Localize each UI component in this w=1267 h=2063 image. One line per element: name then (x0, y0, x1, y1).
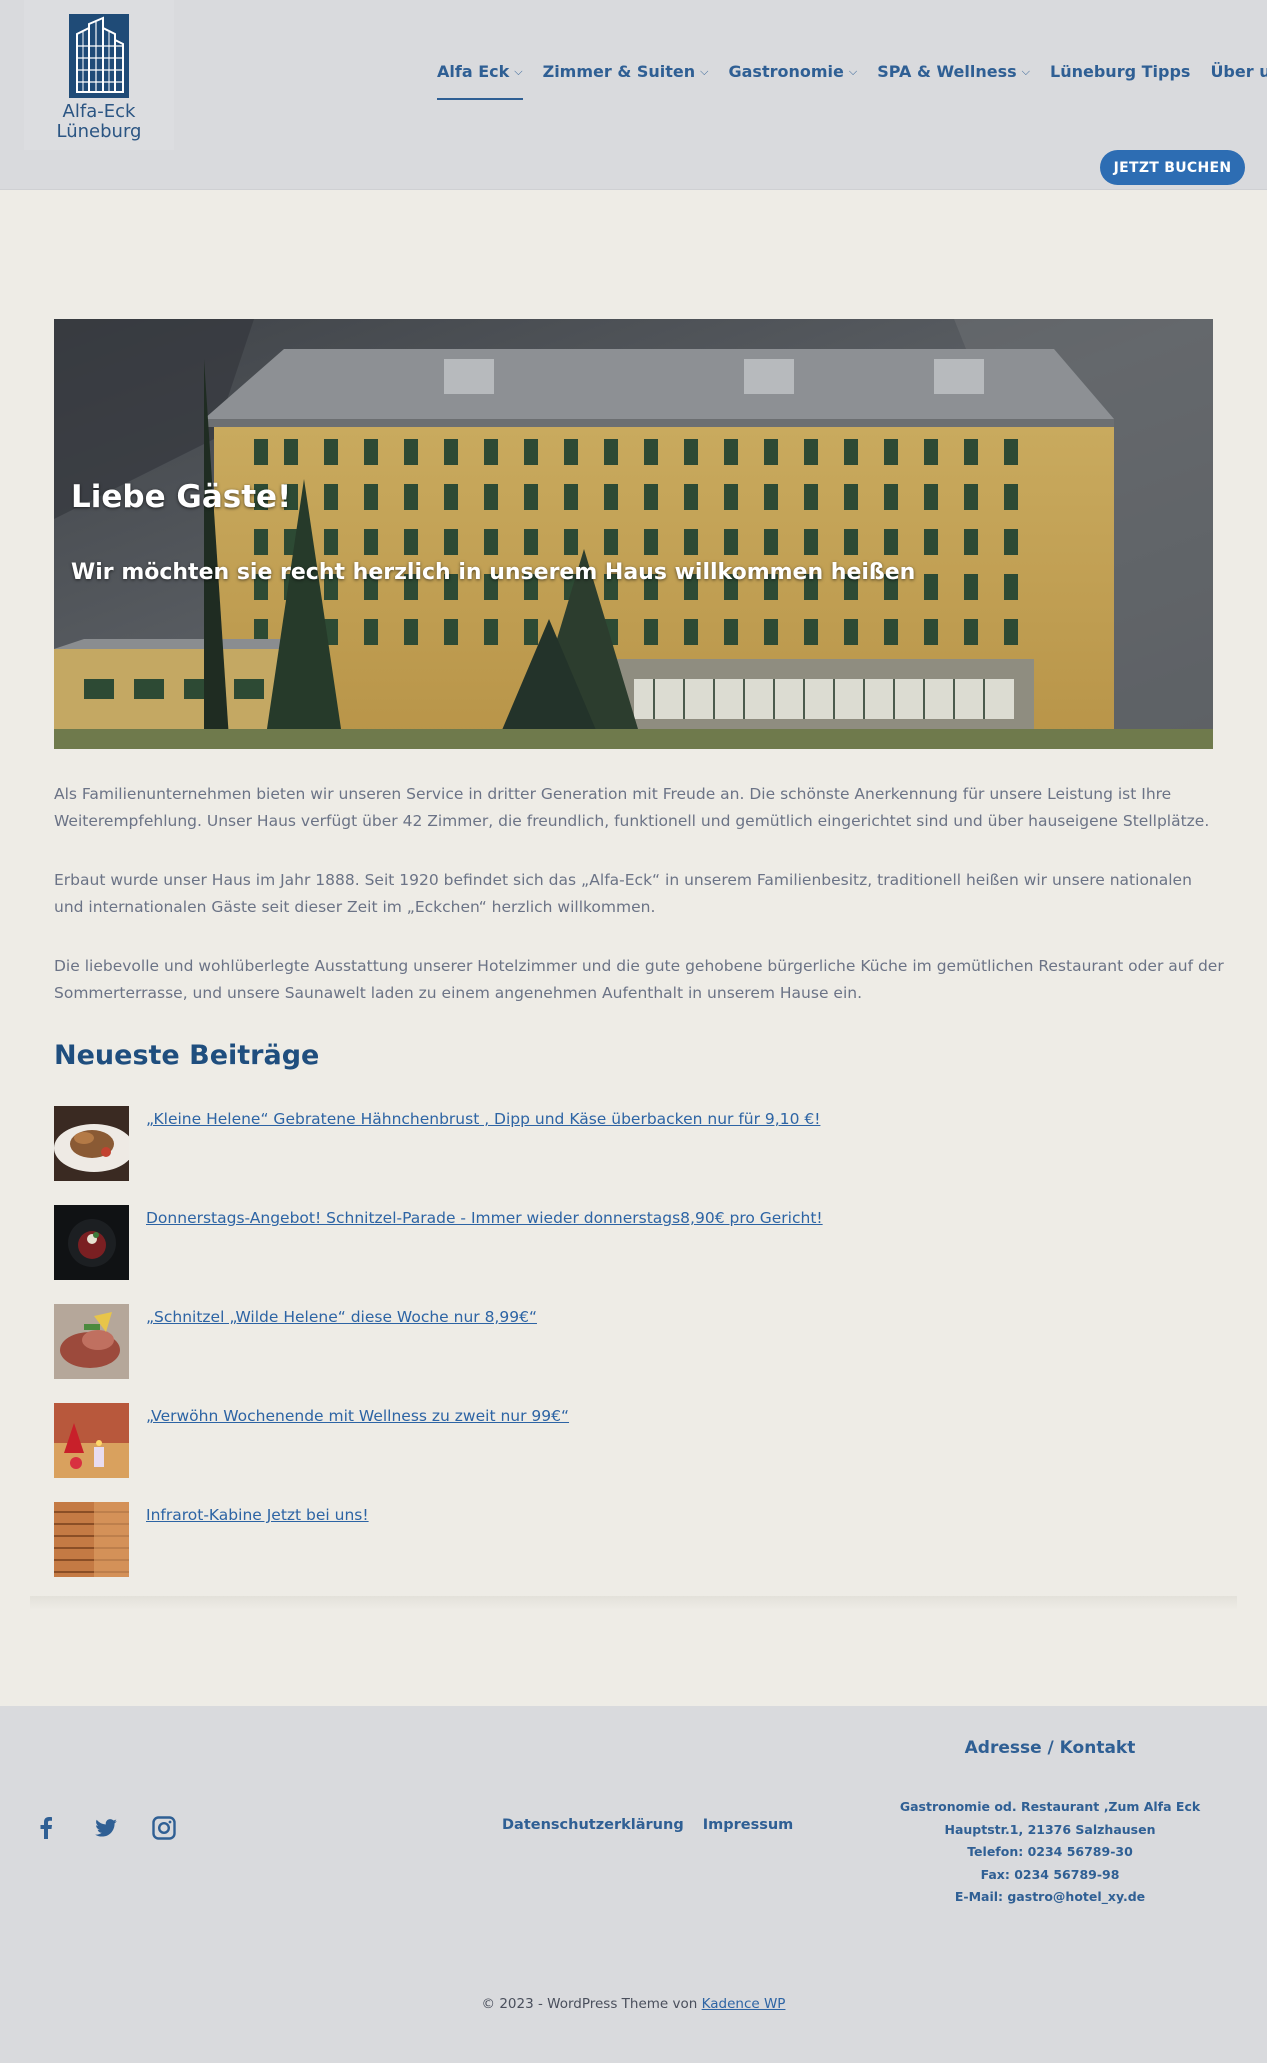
post-link[interactable]: Infrarot-Kabine Jetzt bei uns! (146, 1506, 369, 1524)
post-link[interactable]: Donnerstags-Angebot! Schnitzel-Parade - … (146, 1209, 823, 1227)
nav-label: Über uns (1210, 62, 1267, 81)
main-nav: Alfa Eck ⌵ Zimmer & Suiten ⌵ Gastronomie… (437, 62, 1267, 100)
hero-subtitle: Wir möchten sie recht herzlich in unsere… (71, 560, 916, 585)
hero-banner: Liebe Gäste! Wir möchten sie recht herzl… (54, 319, 1213, 749)
nav-item-alfa-eck[interactable]: Alfa Eck ⌵ (437, 62, 533, 100)
nav-item-spa-wellness[interactable]: SPA & Wellness ⌵ (867, 62, 1040, 100)
post-link[interactable]: „Schnitzel „Wilde Helene“ diese Woche nu… (146, 1308, 537, 1326)
chevron-down-icon: ⌵ (848, 65, 858, 78)
intro-paragraph-2: Erbaut wurde unser Haus im Jahr 1888. Se… (54, 871, 1192, 916)
post-thumbnail[interactable] (54, 1205, 129, 1280)
logo-line2: Lüneburg (56, 121, 142, 142)
logo-line1: Alfa-Eck (62, 101, 136, 122)
nav-label: Lüneburg Tipps (1050, 62, 1191, 81)
contact-title: Adresse / Kontakt (964, 1738, 1136, 1758)
list-item: „Verwöhn Wochenende mit Wellness zu zwei… (54, 1403, 1224, 1478)
intro-paragraph-3: Die liebevolle und wohlüberlegte Ausstat… (54, 957, 1224, 1002)
facebook-icon[interactable] (32, 1814, 60, 1842)
privacy-link[interactable]: Datenschutzerklärung (502, 1817, 684, 1833)
list-item: „Schnitzel „Wilde Helene“ diese Woche nu… (54, 1304, 1224, 1379)
contact-info: Gastronomie od. Restaurant ‚Zum Alfa Eck… (880, 1796, 1220, 1909)
list-item: Infrarot-Kabine Jetzt bei uns! (54, 1502, 1224, 1577)
copyright-text: © 2023 - WordPress Theme von (481, 1996, 698, 2012)
post-thumbnail[interactable] (54, 1106, 129, 1181)
nav-label: Zimmer & Suiten (542, 62, 696, 81)
twitter-icon[interactable] (92, 1814, 120, 1842)
site-header: Alfa-Eck Lüneburg Alfa Eck ⌵ Zimmer & Su… (0, 0, 1267, 190)
contact-line: Hauptstr.1, 21376 Salzhausen (944, 1821, 1156, 1837)
site-footer: Datenschutzerklärung Impressum Adresse /… (0, 1706, 1267, 2063)
logo-text: Alfa-Eck Lüneburg (57, 102, 142, 142)
contact-line: Gastronomie od. Restaurant ‚Zum Alfa Eck (899, 1799, 1201, 1814)
book-now-button[interactable]: JETZT BUCHEN (1100, 150, 1245, 185)
intro-paragraph-1: Als Familienunternehmen bieten wir unser… (54, 785, 1210, 830)
list-item: „Kleine Helene“ Gebratene Hähnchenbrust … (54, 1106, 1224, 1181)
nav-item-gastronomie[interactable]: Gastronomie ⌵ (719, 62, 868, 100)
list-item: Donnerstags-Angebot! Schnitzel-Parade - … (54, 1205, 1224, 1280)
nav-label: Gastronomie (728, 62, 844, 81)
contact-line: Fax: 0234 56789-98 (980, 1866, 1120, 1882)
chevron-down-icon: ⌵ (1021, 65, 1031, 78)
site-logo[interactable]: Alfa-Eck Lüneburg (24, 0, 174, 150)
footer-nav: Datenschutzerklärung Impressum (502, 1817, 793, 1833)
hotel-building-image (54, 319, 1213, 749)
post-thumbnail[interactable] (54, 1304, 129, 1379)
post-thumbnail[interactable] (54, 1403, 129, 1478)
nav-label: Alfa Eck (437, 62, 510, 81)
recent-posts-title: Neueste Beiträge (54, 1040, 320, 1071)
nav-item-zimmer-suiten[interactable]: Zimmer & Suiten ⌵ (533, 62, 719, 100)
post-link[interactable]: „Kleine Helene“ Gebratene Hähnchenbrust … (146, 1110, 820, 1128)
copyright: © 2023 - WordPress Theme von Kadence WP (0, 1996, 1267, 2012)
content-divider (30, 1596, 1237, 1610)
kadence-link[interactable]: Kadence WP (702, 1996, 786, 2012)
chevron-down-icon: ⌵ (514, 65, 523, 78)
nav-item-lueneburg-tipps[interactable]: Lüneburg Tipps (1040, 62, 1200, 100)
nav-label: SPA & Wellness (877, 62, 1017, 81)
hero-title: Liebe Gäste! (71, 479, 292, 515)
instagram-icon[interactable] (150, 1814, 178, 1842)
imprint-link[interactable]: Impressum (703, 1817, 794, 1833)
chevron-down-icon: ⌵ (700, 65, 709, 78)
post-thumbnail[interactable] (54, 1502, 129, 1577)
contact-line: Telefon: 0234 56789-30 (967, 1844, 1133, 1859)
contact-line: E-Mail: gastro@hotel_xy.de (954, 1889, 1146, 1904)
nav-item-ueber-uns[interactable]: Über uns ⌵ (1200, 62, 1267, 100)
building-logo-icon (69, 14, 129, 98)
post-link[interactable]: „Verwöhn Wochenende mit Wellness zu zwei… (146, 1407, 569, 1425)
